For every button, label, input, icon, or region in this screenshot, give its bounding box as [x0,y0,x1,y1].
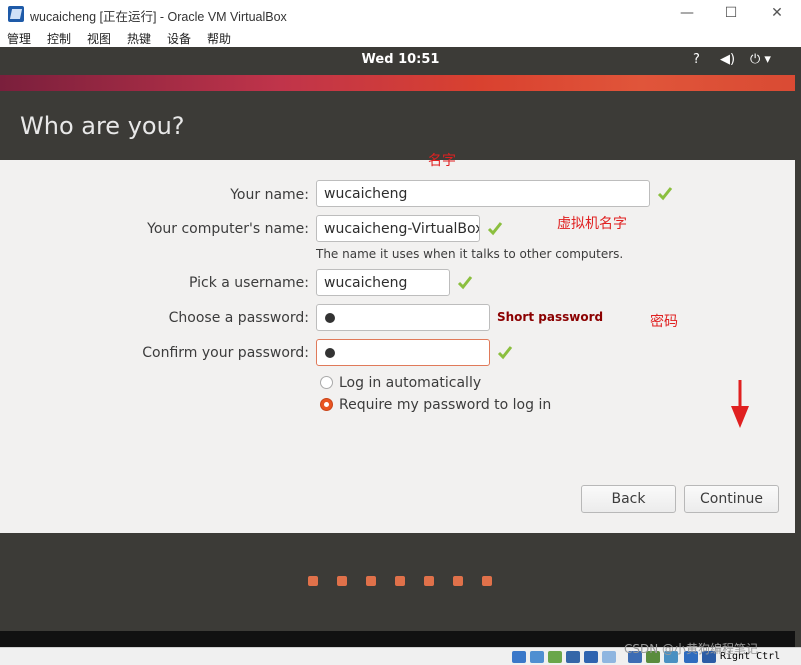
progress-dot [366,576,376,586]
window-title: wucaicheng [正在运行] - Oracle VM VirtualBox [30,10,287,24]
installer-form: Your name: wucaicheng Your computer's na… [0,160,801,533]
page-title: Who are you? [20,112,185,140]
installer-progress [0,533,801,631]
progress-dot [482,576,492,586]
csdn-watermark: CSDN @小黄狗编程笔记 [624,642,759,656]
computer-name-hint: The name it uses when it talks to other … [316,247,624,261]
menubar: 管理 控制 视图 热键 设备 帮助 [0,28,801,48]
username-input[interactable]: wucaicheng [316,269,450,296]
password-input[interactable] [316,304,490,331]
virtualbox-icon [8,6,24,22]
menu-devices[interactable]: 设备 [167,30,191,47]
your-name-label: Your name: [230,187,309,203]
progress-dot [424,576,434,586]
shared-folder-icon[interactable] [602,651,616,663]
vm-screen: Wed 10:51 ? ◀) ⏻ ▾ Who are you? Your nam… [0,47,801,647]
progress-dot [395,576,405,586]
annotation-vm-name: 虚拟机名字 [557,216,627,232]
radio-selected-icon[interactable] [320,398,333,411]
ubuntu-top-bar: Wed 10:51 ? ◀) ⏻ ▾ [0,47,801,75]
login-automatically-option[interactable]: Log in automatically [320,375,481,391]
accessibility-icon[interactable]: ? [693,52,700,67]
require-password-label: Require my password to log in [339,397,552,413]
continue-button[interactable]: Continue [684,485,779,513]
menu-help[interactable]: 帮助 [207,30,231,47]
require-password-option[interactable]: Require my password to log in [320,397,551,413]
valid-check-icon [457,276,473,290]
menu-manage[interactable]: 管理 [7,30,31,47]
annotation-name: 名字 [428,153,456,169]
minimize-icon[interactable]: — [679,4,695,22]
installer-header: Who are you? [0,91,801,160]
menu-hotkeys[interactable]: 热键 [127,30,151,47]
your-name-input[interactable]: wucaicheng [316,180,650,207]
annotation-arrow-icon [731,380,749,428]
vm-right-edge [795,47,801,647]
password-label: Choose a password: [168,310,309,326]
confirm-password-label: Confirm your password: [142,345,309,361]
back-button[interactable]: Back [581,485,676,513]
menu-control[interactable]: 控制 [47,30,71,47]
radio-icon[interactable] [320,376,333,389]
clock[interactable]: Wed 10:51 [0,52,801,67]
progress-dot [453,576,463,586]
computer-name-label: Your computer's name: [147,221,309,237]
window-titlebar: wucaicheng [正在运行] - Oracle VM VirtualBox… [0,0,801,28]
valid-check-icon [497,346,513,360]
progress-dot [337,576,347,586]
close-icon[interactable]: ✕ [769,4,785,22]
annotation-password: 密码 [650,314,678,330]
computer-name-input[interactable]: wucaicheng-VirtualBox [316,215,480,242]
progress-dot [308,576,318,586]
confirm-password-input[interactable] [316,339,490,366]
volume-icon[interactable]: ◀) [720,52,735,67]
virtualbox-window: wucaicheng [正在运行] - Oracle VM VirtualBox… [0,0,801,665]
valid-check-icon [657,187,673,201]
password-bullet [325,313,335,323]
username-label: Pick a username: [188,275,309,291]
audio-icon[interactable] [548,651,562,663]
menu-view[interactable]: 视图 [87,30,111,47]
valid-check-icon [487,222,503,236]
login-automatically-label: Log in automatically [339,375,482,391]
password-strength: Short password [497,310,604,324]
harddisk-icon[interactable] [512,651,526,663]
usb-icon[interactable] [584,651,598,663]
power-icon[interactable]: ⏻ ▾ [750,52,771,67]
password-bullet [325,348,335,358]
network-icon[interactable] [566,651,580,663]
maximize-icon[interactable]: ☐ [723,4,739,22]
optical-drive-icon[interactable] [530,651,544,663]
